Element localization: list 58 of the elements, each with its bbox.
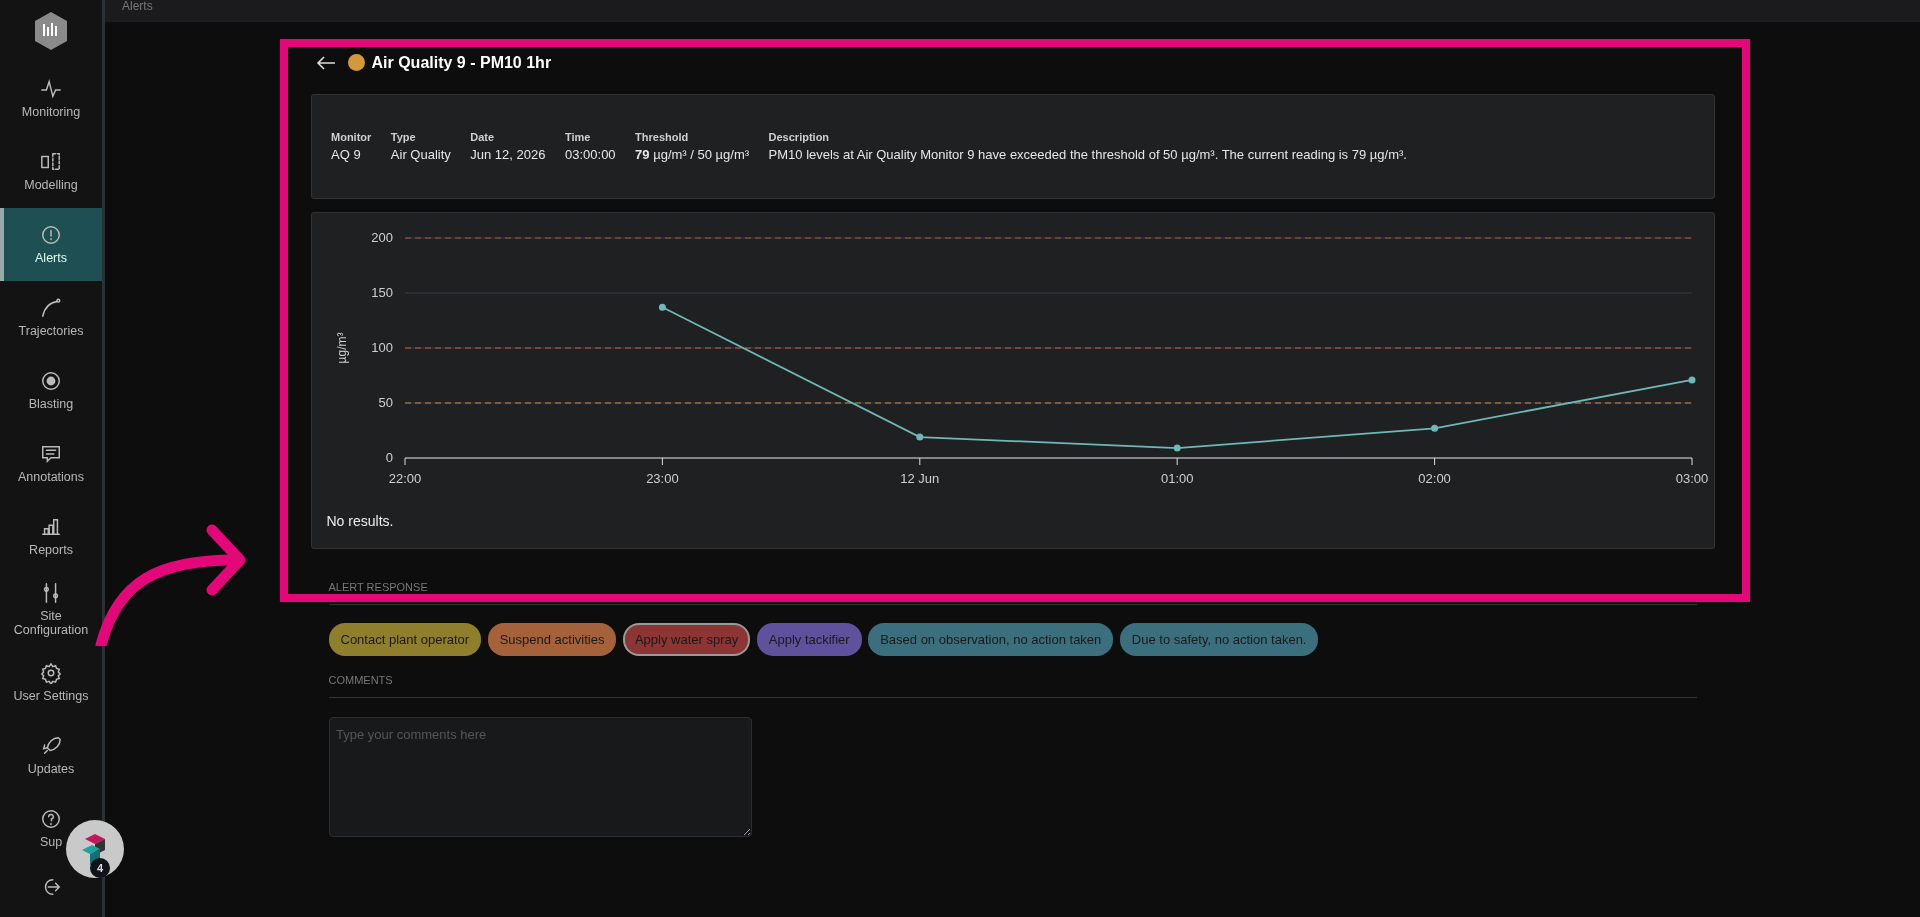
detail-value: 03:00:00 bbox=[565, 146, 616, 164]
response-chip[interactable]: Suspend activities bbox=[487, 622, 617, 656]
data-point bbox=[1430, 424, 1438, 432]
y-axis-label: µg/m³ bbox=[334, 332, 349, 364]
sidebar-item[interactable]: Modelling bbox=[21, 135, 81, 208]
detail-label: Monitor bbox=[331, 129, 372, 145]
detail-label: Description bbox=[768, 129, 831, 145]
sidebar-item[interactable]: Blasting bbox=[25, 354, 77, 427]
detail-label: Time bbox=[565, 129, 592, 145]
detail-value: PM10 levels at Air Quality Monitor 9 have exceeded the threshold of 50 µg/m³. The current reading is 79 µg/m³. bbox=[768, 146, 1407, 164]
alert-icon bbox=[40, 223, 62, 246]
x-tick-label: 23:00 bbox=[645, 471, 679, 486]
target-icon bbox=[40, 369, 62, 392]
sidebar-item[interactable]: Sup bbox=[36, 792, 66, 865]
y-tick-label: 50 bbox=[378, 395, 393, 410]
detail-value: Air Quality bbox=[390, 146, 451, 164]
detail-value: Jun 12, 2026 bbox=[470, 146, 546, 164]
y-tick-label: 0 bbox=[385, 450, 393, 465]
no-results-text: No results. bbox=[326, 512, 394, 531]
sidebar-item[interactable]: Trajectories bbox=[15, 281, 87, 354]
sidebar-item[interactable]: Site Configuration bbox=[0, 573, 102, 646]
blocks-icon bbox=[40, 150, 62, 173]
x-tick-label: 02:00 bbox=[1417, 471, 1451, 486]
x-tick-label: 12 Jun bbox=[899, 471, 939, 486]
sidebar-item[interactable]: Reports bbox=[26, 500, 76, 573]
sidebar-item[interactable]: Annotations bbox=[15, 427, 87, 500]
y-tick-label: 200 bbox=[370, 230, 393, 245]
sidebar-item[interactable]: Alerts bbox=[0, 208, 102, 281]
comment-field[interactable]: Type your comments here bbox=[328, 717, 752, 837]
detail-label: Threshold bbox=[635, 129, 690, 145]
detail-label: Type bbox=[390, 129, 417, 145]
data-point bbox=[1173, 444, 1181, 452]
section-heading: COMMENTS bbox=[328, 672, 1697, 698]
x-tick-label: 03:00 bbox=[1675, 471, 1708, 486]
sidebar-item[interactable]: User Settings bbox=[10, 646, 92, 719]
sidebar-item[interactable]: Monitoring bbox=[18, 62, 84, 135]
y-tick-label: 150 bbox=[370, 285, 393, 300]
data-point bbox=[1688, 376, 1695, 384]
pulse-icon bbox=[40, 77, 62, 100]
alert-title: Air Quality 9 - PM10 1hr bbox=[371, 52, 552, 73]
section-heading: ALERT RESPONSE bbox=[328, 579, 1697, 605]
back-arrow-icon[interactable] bbox=[315, 55, 336, 70]
rocket-icon bbox=[40, 734, 62, 757]
detail-value: AQ 9 bbox=[331, 146, 362, 164]
breadcrumb-text[interactable]: Alerts bbox=[122, 0, 153, 13]
curve-icon bbox=[40, 296, 62, 319]
x-tick-label: 22:00 bbox=[388, 471, 421, 486]
x-tick-label: 01:00 bbox=[1160, 471, 1193, 486]
data-point bbox=[658, 303, 666, 311]
data-point bbox=[915, 433, 923, 441]
detail-value: 79 µg/m³ / 50 µg/m³ bbox=[635, 146, 750, 164]
response-chip[interactable]: Contact plant operator bbox=[328, 622, 482, 656]
y-tick-label: 100 bbox=[370, 340, 393, 355]
logo-icon bbox=[33, 11, 69, 51]
detail-label: Date bbox=[470, 129, 496, 145]
settings-icon bbox=[40, 661, 62, 684]
sidebar-item[interactable]: Updates bbox=[24, 719, 78, 792]
help-icon bbox=[40, 807, 62, 830]
